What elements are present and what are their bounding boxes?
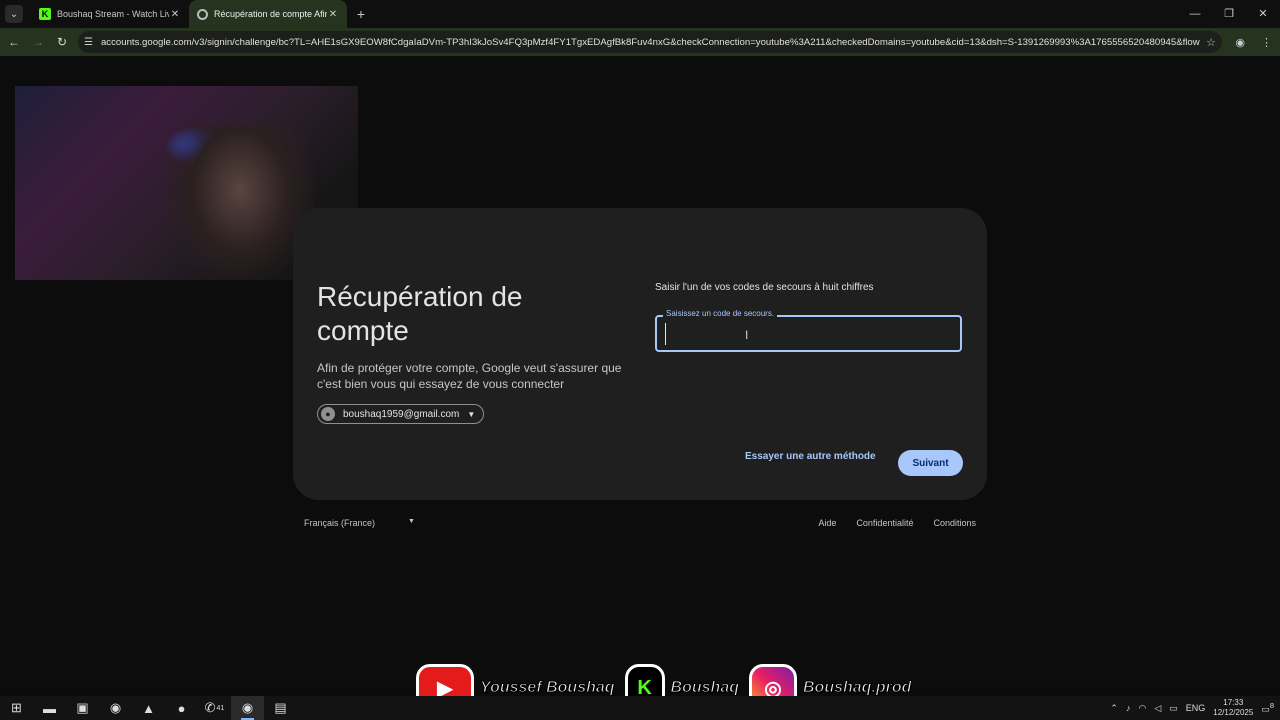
streaming-app-icon[interactable]: ▤: [264, 696, 297, 720]
chevron-up-icon[interactable]: ⌃: [1110, 703, 1118, 714]
close-icon[interactable]: ✕: [169, 9, 181, 20]
notification-icon[interactable]: ▭8: [1261, 701, 1274, 715]
field-label: Saisissez un code de secours.: [663, 309, 778, 318]
network-icon[interactable]: ◠: [1138, 703, 1146, 714]
notification-count: 8: [1269, 701, 1274, 710]
tab-strip: ⌄ K Boushaq Stream - Watch Live o ✕ Récu…: [0, 0, 1280, 28]
time: 17:33: [1223, 698, 1244, 707]
windows-taskbar: ⊞ ▬ ▣ ◉ ▲ ● ✆ 41 ◉ ▤ ⌃ ♪ ◠ ◁ ▭ ENG 17:33 …: [0, 696, 1280, 720]
toolbar-right: ◉ ⋮: [1235, 28, 1272, 56]
page-description: Afin de protéger votre compte, Google ve…: [317, 361, 622, 391]
chrome-icon[interactable]: ◉: [99, 696, 132, 720]
page-content: Récupération de compte Afin de protéger …: [0, 56, 1280, 688]
backup-code-input[interactable]: [665, 323, 955, 345]
google-favicon-icon: [197, 8, 208, 20]
terms-link[interactable]: Conditions: [933, 518, 976, 528]
kick-name: Boushaq: [670, 679, 739, 697]
account-chip[interactable]: ● boushaq1959@gmail.com ▼: [317, 404, 485, 424]
battery-icon[interactable]: ▭: [1169, 703, 1178, 714]
browser-toolbar: ← → ↻ ☰ accounts.google.com/v3/signin/ch…: [0, 28, 1280, 56]
whatsapp-icon[interactable]: ✆ 41: [198, 696, 231, 720]
footer-links: Aide Confidentialité Conditions: [818, 518, 976, 528]
text-cursor-icon: I: [745, 328, 749, 342]
restore-icon[interactable]: ❐: [1212, 0, 1246, 28]
whatsapp-badge: 41: [216, 704, 225, 712]
profile-icon[interactable]: ◉: [1235, 36, 1245, 49]
url-text[interactable]: accounts.google.com/v3/signin/challenge/…: [101, 37, 1200, 48]
page-footer: Français (France) ▼ Aide Confidentialité…: [293, 516, 987, 532]
youtube-name: Youssef Boushaq: [480, 679, 616, 697]
spotify-icon[interactable]: ●: [165, 696, 198, 720]
menu-icon[interactable]: ⋮: [1261, 36, 1272, 49]
help-link[interactable]: Aide: [818, 518, 836, 528]
backup-code-field: Saisissez un code de secours.: [655, 309, 962, 352]
back-icon[interactable]: ←: [2, 35, 26, 49]
chrome-active-icon[interactable]: ◉: [231, 696, 264, 720]
tab-title: Boushaq Stream - Watch Live o: [57, 9, 169, 19]
window-close-icon[interactable]: ✕: [1246, 0, 1280, 28]
privacy-link[interactable]: Confidentialité: [856, 518, 913, 528]
minimize-icon[interactable]: —: [1178, 0, 1212, 28]
language-indicator[interactable]: ENG: [1186, 703, 1206, 713]
backup-code-prompt: Saisir l'un de vos codes de secours à hu…: [655, 282, 874, 293]
signin-card: Récupération de compte Afin de protéger …: [293, 208, 987, 500]
window-controls: — ❐ ✕: [1178, 0, 1280, 28]
address-bar[interactable]: ☰ accounts.google.com/v3/signin/challeng…: [78, 31, 1222, 53]
date: 12/12/2025: [1213, 708, 1254, 717]
forward-icon[interactable]: →: [26, 35, 50, 49]
new-tab-button[interactable]: +: [351, 6, 371, 22]
chevron-down-icon: ▼: [467, 409, 476, 419]
reload-icon[interactable]: ↻: [50, 35, 74, 49]
tab-search-button[interactable]: ⌄: [5, 5, 23, 23]
kick-favicon-icon: K: [39, 8, 51, 20]
try-another-method-button[interactable]: Essayer une autre méthode: [745, 451, 876, 462]
app-icon[interactable]: ▣: [66, 696, 99, 720]
account-circle-icon: ●: [321, 407, 335, 421]
microphone-icon[interactable]: ♪: [1126, 703, 1131, 713]
system-tray: ⌃ ♪ ◠ ◁ ▭ ENG 17:33 12/12/2025 ▭8: [1110, 696, 1280, 720]
tab-title: Récupération de compte Afin d: [214, 9, 327, 19]
close-icon[interactable]: ✕: [327, 9, 339, 20]
next-button[interactable]: Suivant: [898, 450, 963, 476]
site-info-icon[interactable]: ☰: [84, 37, 93, 48]
volume-icon[interactable]: ◁: [1154, 703, 1161, 714]
file-explorer-icon[interactable]: ▬: [33, 696, 66, 720]
page-title: Récupération de compte: [317, 281, 523, 346]
chevron-down-icon[interactable]: ▼: [408, 518, 415, 525]
start-icon[interactable]: ⊞: [0, 696, 33, 720]
bookmark-star-icon[interactable]: ☆: [1206, 36, 1216, 49]
tab-boushaq-stream[interactable]: K Boushaq Stream - Watch Live o ✕: [31, 0, 189, 28]
language-select[interactable]: Français (France): [304, 518, 375, 528]
vlc-icon[interactable]: ▲: [132, 696, 165, 720]
instagram-name: Boushaq.prod: [802, 679, 912, 697]
account-email: boushaq1959@gmail.com: [343, 408, 460, 420]
clock[interactable]: 17:33 12/12/2025: [1213, 698, 1253, 718]
tab-account-recovery[interactable]: Récupération de compte Afin d ✕: [189, 0, 347, 28]
